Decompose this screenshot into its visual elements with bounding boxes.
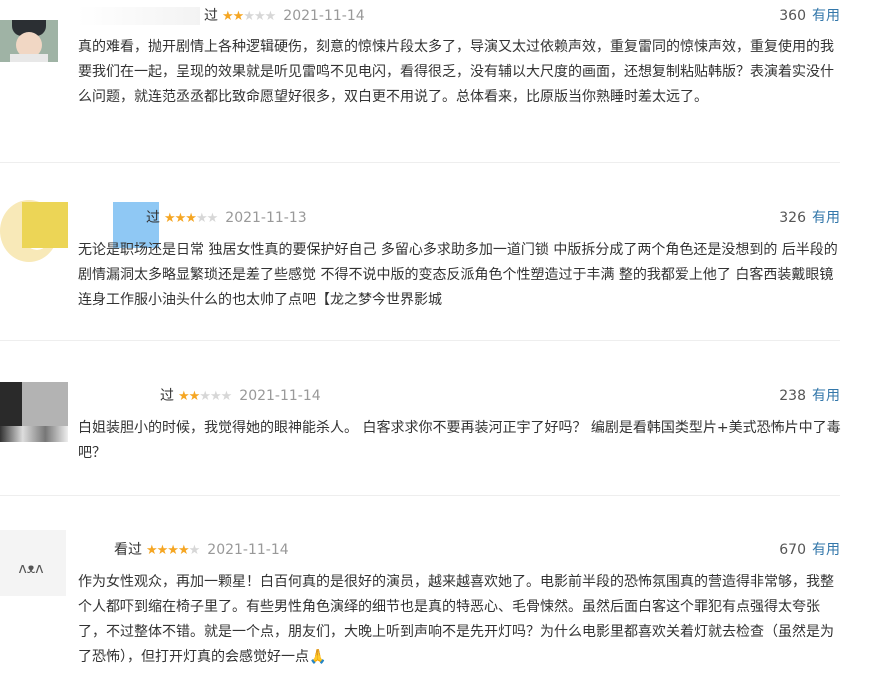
useful-button[interactable]: 有用: [812, 8, 840, 24]
review-date: 2021-11-14: [283, 8, 365, 24]
watch-status: 过: [160, 388, 174, 404]
vote-count: 326: [779, 210, 806, 226]
cat-face-icon: ʌᴥʌ: [18, 561, 44, 577]
review-meta: 过 ★★★★★ 2021-11-14: [160, 386, 321, 406]
vote-area: 238 有用: [779, 386, 840, 406]
rating-stars: ★★★★★: [164, 208, 218, 229]
avatar-gray-block: [22, 382, 68, 426]
vote-count: 360: [779, 8, 806, 24]
review-date: 2021-11-13: [225, 210, 307, 226]
avatar-shirt: [10, 54, 48, 62]
review-content: 白姐装胆小的时候，我觉得她的眼神能杀人。 白客求求你不要再装河正宇了好吗？ 编剧…: [78, 420, 841, 461]
username-placeholder[interactable]: [78, 7, 200, 25]
star-empty-icon: ★★: [195, 211, 218, 226]
vote-count: 670: [779, 542, 806, 558]
rating-stars: ★★★★★: [178, 386, 232, 407]
avatar[interactable]: [0, 382, 68, 442]
vote-area: 326 有用: [779, 208, 840, 228]
vote-count: 238: [779, 388, 806, 404]
star-empty-icon: ★: [188, 543, 201, 558]
watch-status: 过: [146, 210, 160, 226]
useful-button[interactable]: 有用: [812, 388, 840, 404]
review-date: 2021-11-14: [239, 388, 321, 404]
star-empty-icon: ★★★: [243, 9, 276, 24]
review-content: 真的难看，抛开剧情上各种逻辑硬伤，刻意的惊悚片段太多了，导演又太过依赖声效，重复…: [78, 39, 834, 105]
watch-status: 过: [204, 8, 218, 24]
useful-button[interactable]: 有用: [812, 210, 840, 226]
avatar-dark-block: [0, 382, 22, 426]
watch-status: 看过: [114, 542, 142, 558]
divider: [0, 162, 840, 163]
star-empty-icon: ★★★: [199, 389, 232, 404]
review-meta: 过 ★★★★★ 2021-11-13: [146, 208, 307, 228]
review-content: 作为女性观众，再加一颗星！白百何真的是很好的演员，越来越喜欢她了。电影前半段的恐…: [78, 574, 834, 665]
rating-stars: ★★★★★: [146, 540, 201, 561]
divider: [0, 495, 840, 496]
review-date: 2021-11-14: [207, 542, 289, 558]
divider: [0, 340, 840, 341]
rating-stars: ★★★★★: [222, 6, 276, 27]
avatar[interactable]: ʌᴥʌ: [0, 530, 66, 596]
star-filled-icon: ★★: [222, 9, 244, 24]
username-placeholder: [22, 202, 68, 248]
star-filled-icon: ★★: [178, 389, 200, 404]
vote-area: 360 有用: [779, 6, 840, 26]
vote-area: 670 有用: [779, 540, 840, 560]
star-filled-icon: ★★★★: [146, 543, 190, 558]
review-content: 无论是职场还是日常 独居女性真的要保护好自己 多留心多求助多加一道门锁 中版拆分…: [78, 242, 838, 308]
star-filled-icon: ★★★: [164, 211, 197, 226]
review-meta: 过 ★★★★★ 2021-11-14: [204, 6, 365, 26]
useful-button[interactable]: 有用: [812, 542, 840, 558]
avatar-bottom-strip: [0, 426, 68, 442]
review-meta: 看过 ★★★★★ 2021-11-14: [114, 540, 289, 560]
avatar[interactable]: [0, 20, 58, 62]
